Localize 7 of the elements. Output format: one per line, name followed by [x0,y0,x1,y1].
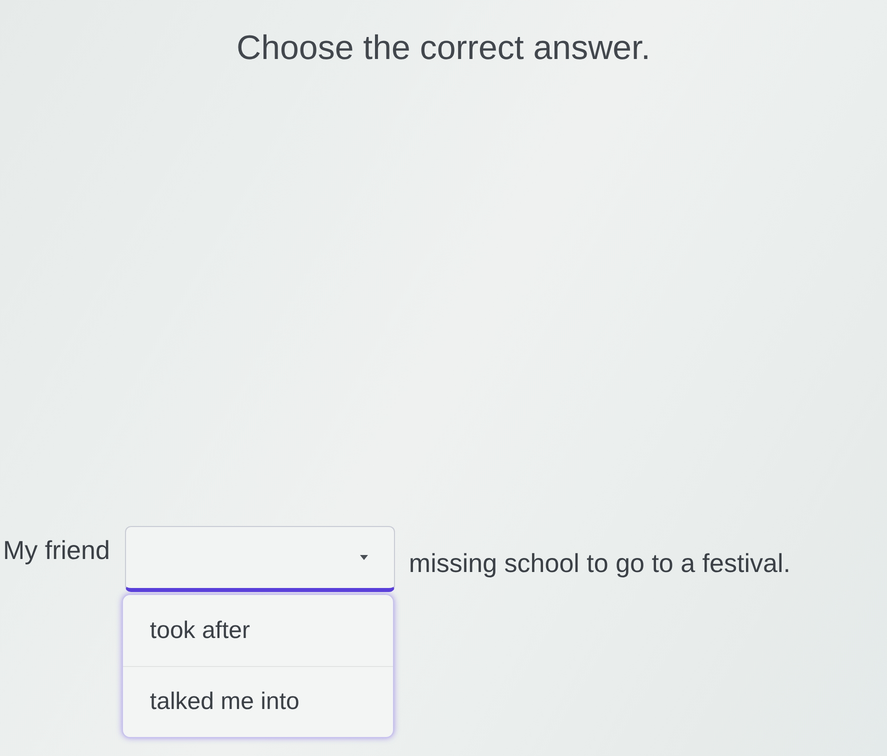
caret-icon [360,555,368,560]
dropdown-option[interactable]: took after [122,595,393,666]
dropdown-option[interactable]: talked me into [122,666,393,737]
instruction-text: Choose the correct answer. [236,28,652,68]
sentence-text: missing school to go to a festival. [408,548,790,578]
answer-dropdown[interactable] [124,526,395,592]
sentence-text: My friend [3,535,110,565]
